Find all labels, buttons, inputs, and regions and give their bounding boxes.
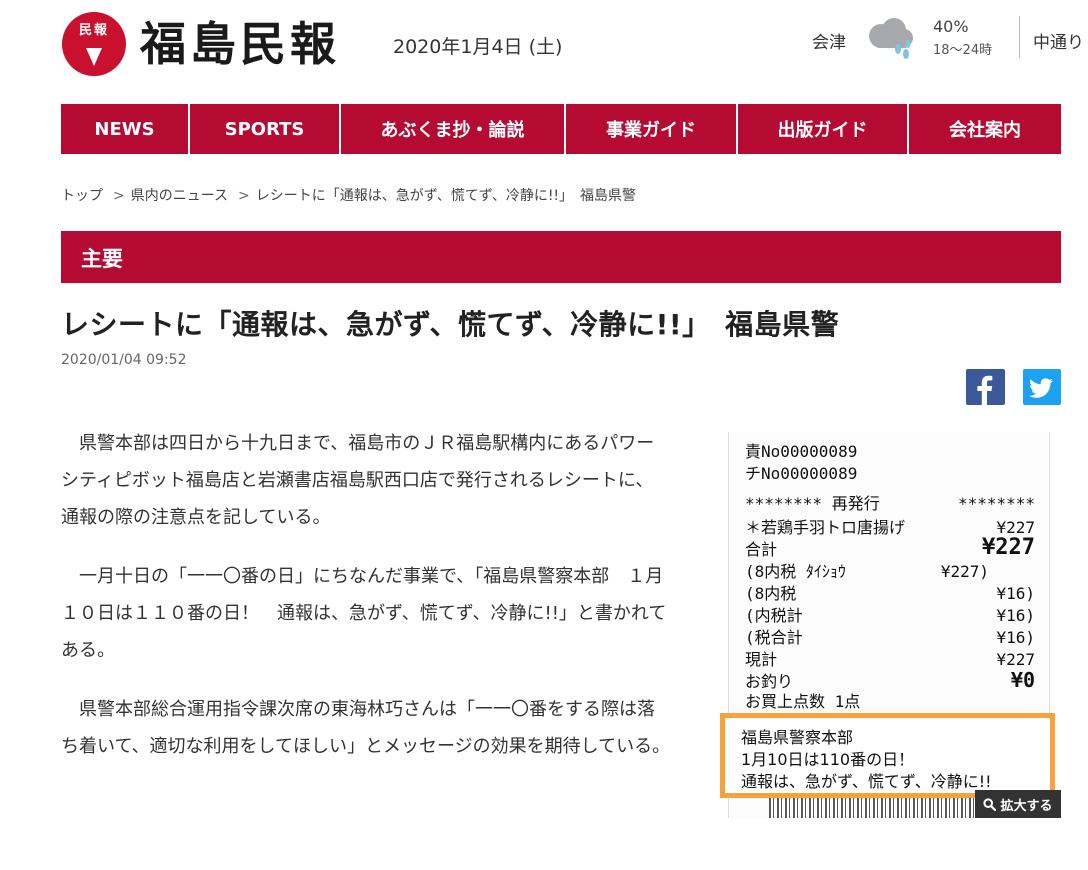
nav-sports[interactable]: SPORTS bbox=[190, 104, 341, 154]
weather-divider bbox=[1019, 16, 1020, 58]
highlight-line: 福島県警察本部 bbox=[741, 728, 854, 747]
article-paragraph: 一月十日の「一一〇番の日」にちなんだ事業で、「福島県警察本部 １月１０日は１１０… bbox=[61, 566, 667, 661]
weather-region[interactable]: 会津 bbox=[812, 28, 846, 53]
site-header: 民報 福島民報 2020年1月4日 (土) 会津 40% 18～24時 中通り bbox=[0, 0, 1088, 90]
breadcrumb-top[interactable]: トップ bbox=[61, 188, 103, 204]
region-next[interactable]: 中通り bbox=[1033, 28, 1084, 53]
highlight-line: 通報は、急がず、慌てず、冷静に!! bbox=[741, 772, 992, 791]
receipt-line: 現計 bbox=[745, 650, 778, 669]
breadcrumb-separator: > bbox=[113, 188, 125, 204]
article-title: レシートに「通報は、急がず、慌てず、冷静に!!」 福島県警 bbox=[61, 308, 840, 341]
site-logo[interactable]: 福島民報 bbox=[140, 14, 340, 74]
logo-mark-text: 民報 bbox=[78, 23, 109, 38]
nav-abukuma[interactable]: あぶくま抄・論説 bbox=[341, 104, 566, 154]
logo-mark-icon[interactable]: 民報 bbox=[62, 12, 126, 76]
header-date: 2020年1月4日 (土) bbox=[393, 36, 563, 58]
receipt-line: ******** 再発行 bbox=[745, 494, 880, 513]
breadcrumb-separator: > bbox=[238, 188, 250, 204]
facebook-share-button[interactable] bbox=[966, 369, 1005, 405]
article-paragraph: 県警本部総合運用指令課次席の東海林巧さんは「一一〇番をする際は落ち着いて、適切な… bbox=[61, 699, 671, 757]
receipt-value: ¥0 bbox=[1010, 668, 1035, 692]
section-header: 主要 bbox=[61, 231, 1061, 283]
receipt-value: ¥227 bbox=[996, 650, 1035, 669]
receipt-highlight-box: 福島県警察本部 1月10日は110番の日！ 通報は、急がず、慌てず、冷静に!! bbox=[720, 713, 1055, 798]
receipt-line: 責No00000089 bbox=[745, 442, 858, 461]
zoom-button[interactable]: 拡大する bbox=[975, 790, 1061, 818]
receipt-line: チNo00000089 bbox=[745, 464, 858, 483]
section-label: 主要 bbox=[81, 247, 123, 271]
receipt-value: ******** bbox=[957, 494, 1035, 513]
nav-news[interactable]: NEWS bbox=[61, 104, 190, 154]
receipt-line: ＊若鶏手羽トロ唐揚げ bbox=[745, 518, 906, 537]
receipt-value: ¥16) bbox=[996, 584, 1035, 603]
receipt-photo[interactable]: 責No00000089 チNo00000089 ******** 再発行 ***… bbox=[720, 432, 1061, 818]
facebook-icon bbox=[977, 375, 993, 405]
pen-nib-shape bbox=[86, 48, 102, 66]
zoom-label: 拡大する bbox=[1000, 798, 1053, 814]
article-date: 2020/01/04 09:52 bbox=[61, 352, 187, 368]
receipt-value: ¥227 bbox=[982, 535, 1035, 560]
weather-percent: 40% bbox=[933, 17, 969, 36]
article-body: 県警本部は四日から十九日まで、福島市のＪＲ福島駅構内にあるパワーシティピボット福… bbox=[61, 425, 671, 787]
receipt-line: (8内税 bbox=[745, 584, 797, 603]
breadcrumb-current: レシートに「通報は、急がず、慌てず、冷静に!!」 福島県警 bbox=[255, 188, 637, 204]
receipt-value: ¥227) bbox=[940, 562, 989, 581]
nav-jigyo-guide[interactable]: 事業ガイド bbox=[566, 104, 738, 154]
receipt-line: 合計 bbox=[745, 540, 778, 559]
highlight-line: 1月10日は110番の日！ bbox=[741, 750, 915, 769]
receipt-line: お買上点数 1点 bbox=[745, 692, 861, 711]
receipt-line: お釣り bbox=[745, 672, 794, 691]
receipt-line: (8内税 ﾀｲｼｮｳ bbox=[745, 562, 846, 581]
twitter-share-button[interactable] bbox=[1023, 369, 1061, 405]
receipt-line: (内税計 bbox=[745, 606, 803, 625]
breadcrumb-local-news[interactable]: 県内のニュース bbox=[131, 188, 228, 204]
receipt-value: ¥16) bbox=[996, 606, 1035, 625]
nav-shuppan-guide[interactable]: 出版ガイド bbox=[738, 104, 909, 154]
weather-range: 18～24時 bbox=[933, 43, 993, 58]
twitter-icon bbox=[1029, 378, 1053, 398]
magnifier-icon bbox=[983, 797, 997, 811]
breadcrumb: トップ > 県内のニュース > レシートに「通報は、急がず、慌てず、冷静に!!」 福島県… bbox=[61, 185, 636, 205]
cloud-rain-icon bbox=[869, 18, 913, 59]
receipt-line: (税合計 bbox=[745, 628, 803, 647]
article-paragraph: 県警本部は四日から十九日まで、福島市のＪＲ福島駅構内にあるパワーシティピボット福… bbox=[61, 433, 655, 528]
main-nav: NEWS SPORTS あぶくま抄・論説 事業ガイド 出版ガイド 会社案内 bbox=[61, 104, 1061, 154]
receipt-value: ¥16) bbox=[996, 628, 1035, 647]
nav-company[interactable]: 会社案内 bbox=[909, 104, 1061, 154]
